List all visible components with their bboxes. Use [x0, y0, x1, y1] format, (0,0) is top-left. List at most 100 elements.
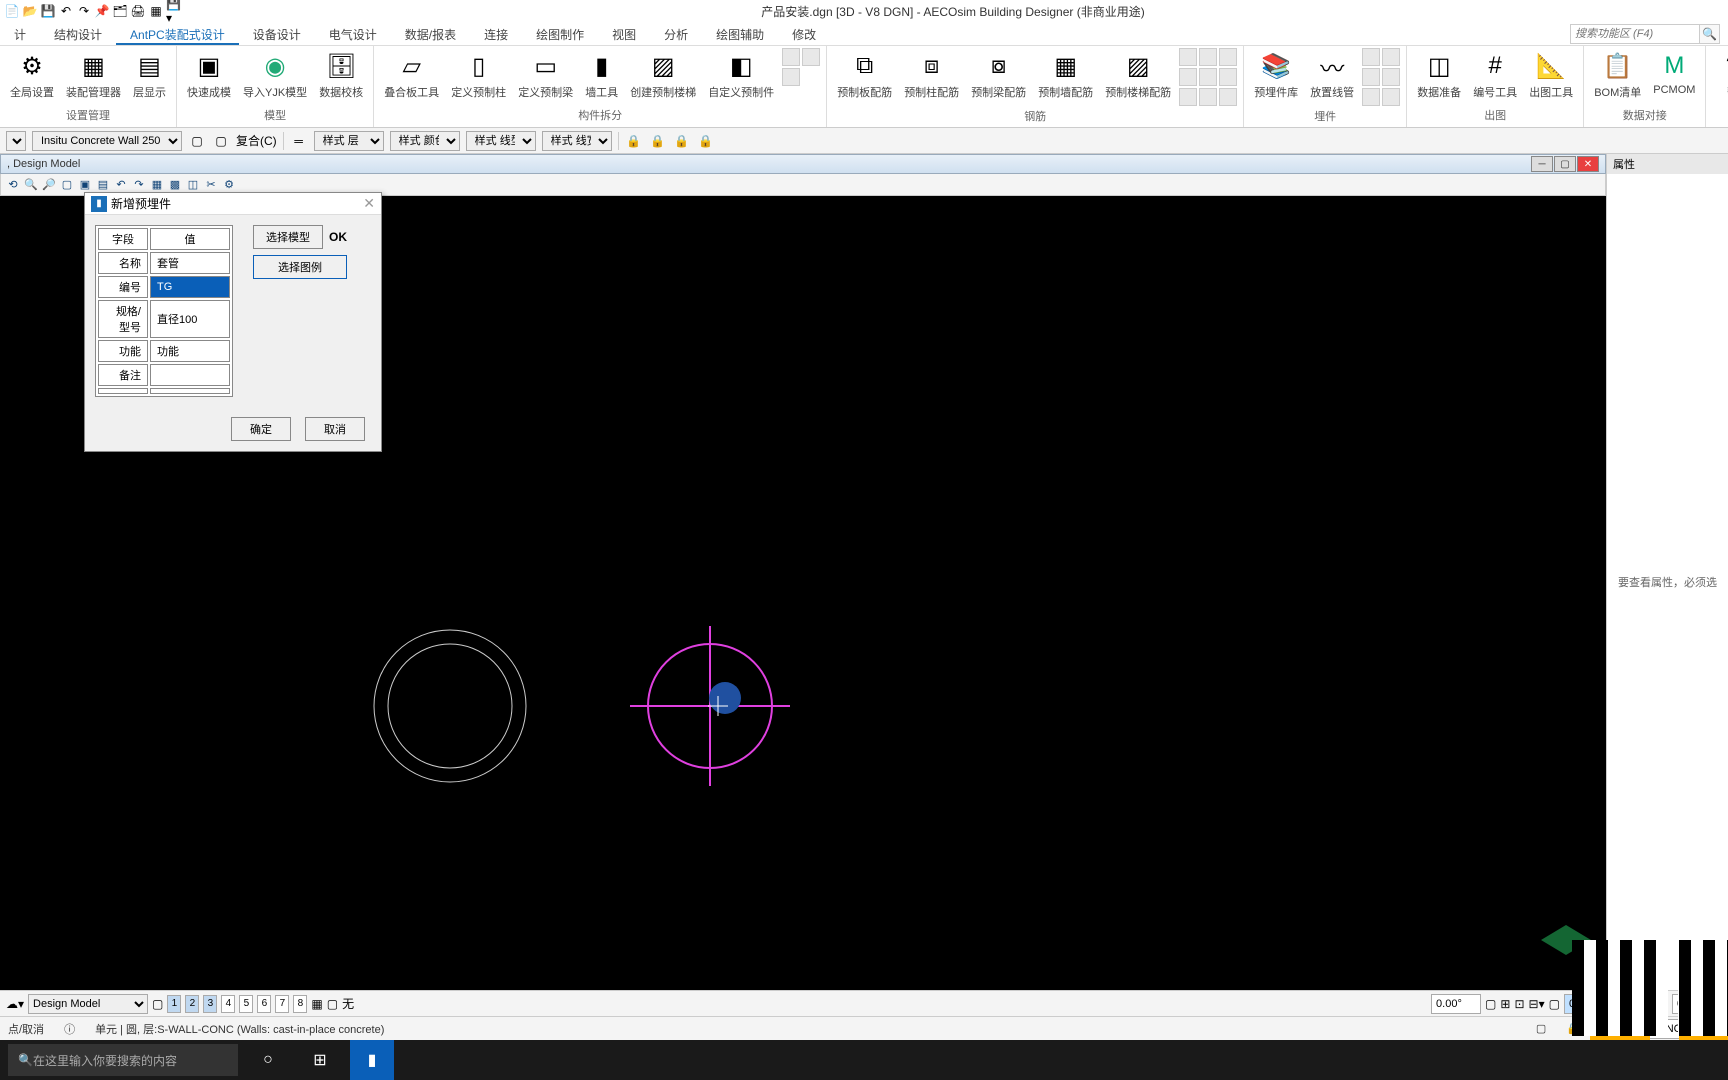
cancel-button[interactable]: 取消 — [305, 417, 365, 441]
data-prep-button[interactable]: ◫数据准备 — [1413, 48, 1465, 102]
import-yjk-button[interactable]: ◉导入YJK模型 — [239, 48, 311, 102]
ribbon-tab[interactable]: 绘图制作 — [522, 22, 598, 45]
small-tool-icon[interactable] — [1179, 68, 1197, 86]
window-icon[interactable]: ▢ — [152, 997, 163, 1011]
option-icon[interactable]: ▢ — [212, 132, 230, 150]
view-tool-icon[interactable]: 🔍 — [23, 177, 39, 193]
ribbon-tab[interactable]: 分析 — [650, 22, 702, 45]
style-lineweight-select[interactable]: 样式 线宽 — [542, 131, 612, 151]
small-tool-icon[interactable] — [782, 48, 800, 66]
search-input[interactable] — [1570, 24, 1700, 44]
view-tool-icon[interactable]: ⚙ — [221, 177, 237, 193]
qat-save-icon[interactable]: 💾 — [40, 3, 56, 19]
toolbar-icon[interactable]: ▢ — [1549, 997, 1560, 1011]
page-button[interactable]: 8 — [293, 995, 307, 1013]
close-button[interactable]: ✕ — [1577, 156, 1599, 172]
small-tool-icon[interactable] — [1219, 48, 1237, 66]
page-button[interactable]: 6 — [257, 995, 271, 1013]
qat-print-icon[interactable]: 🖨 — [130, 3, 146, 19]
task-view-icon[interactable]: ⊞ — [298, 1040, 342, 1080]
lock-icon[interactable]: 🔒 — [673, 132, 691, 150]
view-tool-icon[interactable]: ↷ — [131, 177, 147, 193]
assembly-manager-button[interactable]: ▦装配管理器 — [62, 48, 125, 102]
ribbon-tab[interactable]: 视图 — [598, 22, 650, 45]
qat-open-icon[interactable]: 📂 — [22, 3, 38, 19]
ribbon-tab[interactable]: 修改 — [778, 22, 830, 45]
toolbar-icon[interactable]: ⊡ — [1514, 997, 1524, 1011]
ribbon-tab[interactable]: 数据/报表 — [391, 22, 470, 45]
lock-icon[interactable]: 🔒 — [625, 132, 643, 150]
taskbar-search[interactable]: 🔍 在这里输入你要搜索的内容 — [8, 1044, 238, 1076]
small-tool-icon[interactable] — [1219, 88, 1237, 106]
small-tool-icon[interactable] — [1199, 68, 1217, 86]
option-dropdown[interactable]: -C — [6, 131, 26, 151]
small-tool-icon[interactable] — [782, 68, 800, 86]
search-button[interactable]: 🔍 — [1700, 24, 1720, 44]
ribbon-tab[interactable]: 绘图辅助 — [702, 22, 778, 45]
table-row[interactable]: 名称套管 — [98, 252, 230, 274]
table-row[interactable]: 规格/型号直径100 — [98, 300, 230, 338]
cortana-icon[interactable]: ○ — [246, 1040, 290, 1080]
beam-rebar-button[interactable]: ⧇预制梁配筋 — [967, 48, 1030, 102]
qat-explorer-icon[interactable]: 🗂 — [112, 3, 128, 19]
dialog-close-button[interactable]: ✕ — [363, 195, 375, 212]
qat-redo-icon[interactable]: ↷ — [76, 3, 92, 19]
minimize-button[interactable]: ─ — [1531, 156, 1553, 172]
column-rebar-button[interactable]: ⧈预制柱配筋 — [900, 48, 963, 102]
page-button[interactable]: 3 — [203, 995, 217, 1013]
place-conduit-button[interactable]: 〰放置线管 — [1306, 48, 1358, 102]
select-legend-button[interactable]: 选择图例 — [253, 255, 347, 279]
toolbar-icon[interactable]: ▦ — [311, 997, 322, 1011]
toolbar-icon[interactable]: ⊟▾ — [1529, 997, 1545, 1011]
view-tool-icon[interactable]: ▢ — [59, 177, 75, 193]
ribbon-tab[interactable]: 连接 — [470, 22, 522, 45]
option-icon[interactable]: ▢ — [188, 132, 206, 150]
small-tool-icon[interactable] — [1382, 88, 1400, 106]
help-button[interactable]: ?帮 — [1712, 48, 1728, 102]
slab-rebar-button[interactable]: ⧉预制板配筋 — [833, 48, 896, 102]
cloud-icon[interactable]: ☁▾ — [6, 997, 24, 1011]
bom-button[interactable]: 📋BOM清单 — [1590, 48, 1645, 102]
small-tool-icon[interactable] — [1219, 68, 1237, 86]
create-stair-button[interactable]: ▨创建预制楼梯 — [626, 48, 700, 102]
define-column-button[interactable]: ▯定义预制柱 — [447, 48, 510, 102]
table-row[interactable] — [98, 388, 230, 394]
maximize-button[interactable]: ▢ — [1554, 156, 1576, 172]
small-tool-icon[interactable] — [802, 48, 820, 66]
wall-tool-button[interactable]: ▮墙工具 — [581, 48, 622, 102]
qat-undo-icon[interactable]: ↶ — [58, 3, 74, 19]
data-check-button[interactable]: 🗄数据校核 — [315, 48, 367, 102]
embed-library-button[interactable]: 📚预埋件库 — [1250, 48, 1302, 102]
view-tool-icon[interactable]: ↶ — [113, 177, 129, 193]
view-tool-icon[interactable]: ▦ — [149, 177, 165, 193]
small-tool-icon[interactable] — [1362, 68, 1380, 86]
stair-rebar-button[interactable]: ▨预制楼梯配筋 — [1101, 48, 1175, 102]
ribbon-tab[interactable]: 设备设计 — [239, 22, 315, 45]
toolbar-icon[interactable]: ⊞ — [1500, 997, 1510, 1011]
style-linetype-select[interactable]: 样式 线型 — [466, 131, 536, 151]
small-tool-icon[interactable] — [1199, 48, 1217, 66]
custom-prefab-button[interactable]: ◧自定义预制件 — [704, 48, 778, 102]
view-tool-icon[interactable]: ◫ — [185, 177, 201, 193]
number-tool-button[interactable]: #编号工具 — [1469, 48, 1521, 102]
small-tool-icon[interactable] — [1179, 48, 1197, 66]
lock-icon[interactable]: 🔒 — [697, 132, 715, 150]
layer-icon[interactable]: ▢ — [1536, 1022, 1546, 1035]
ribbon-tab[interactable]: 计 — [0, 22, 40, 45]
view-tool-icon[interactable]: ▤ — [95, 177, 111, 193]
qat-sheet-icon[interactable]: ▦ — [148, 3, 164, 19]
small-tool-icon[interactable] — [1382, 48, 1400, 66]
qat-new-icon[interactable]: 📄 — [4, 3, 20, 19]
table-row-selected[interactable]: 编号TG — [98, 276, 230, 298]
lock-icon[interactable]: ▢ — [1485, 997, 1496, 1011]
dialog-title-bar[interactable]: ▮ 新增预埋件 ✕ — [85, 193, 381, 215]
ribbon-tab-active[interactable]: AntPC装配式设计 — [116, 22, 239, 45]
small-tool-icon[interactable] — [1362, 48, 1380, 66]
table-row[interactable]: 功能功能 — [98, 340, 230, 362]
view-tool-icon[interactable]: ▣ — [77, 177, 93, 193]
ribbon-tab[interactable]: 结构设计 — [40, 22, 116, 45]
small-tool-icon[interactable] — [1382, 68, 1400, 86]
view-tool-icon[interactable]: 🔎 — [41, 177, 57, 193]
select-model-button[interactable]: 选择模型 — [253, 225, 323, 249]
view-tool-icon[interactable]: ⟲ — [5, 177, 21, 193]
